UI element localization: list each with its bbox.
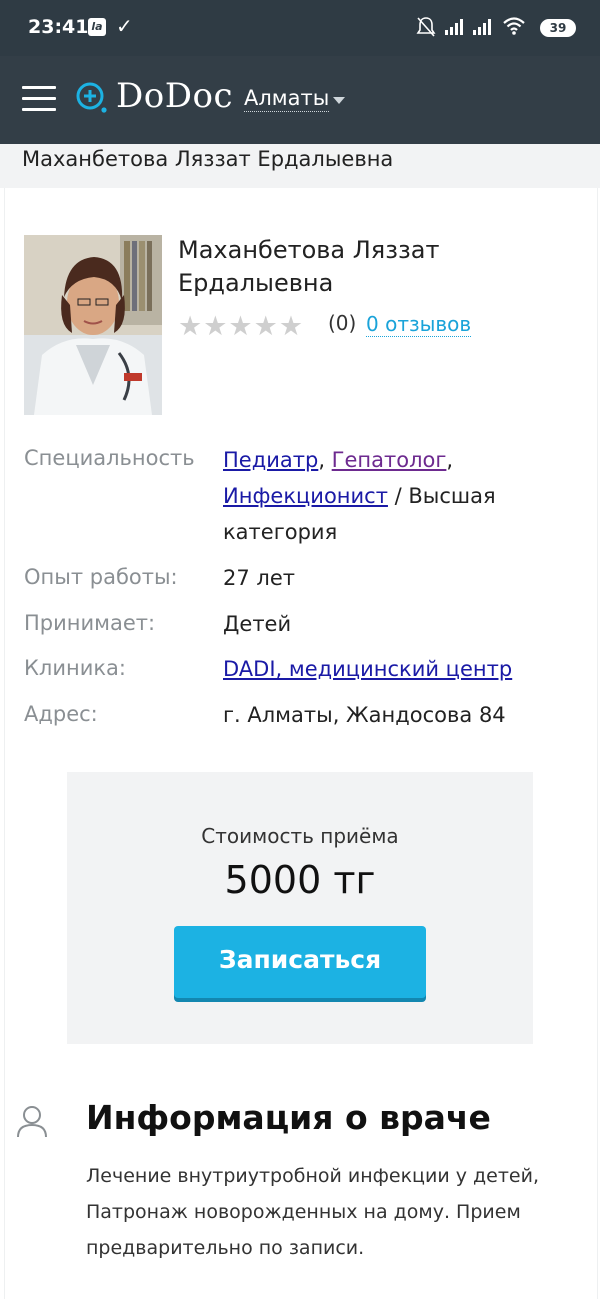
accepts-value: Детей [223,612,292,636]
about-title: Информация о враче [86,1098,491,1137]
rating-stars: ★★★★★ [178,311,305,342]
logo-icon[interactable] [74,80,108,114]
accepts-label: Принимает: [24,611,156,635]
doctor-photo-image [24,235,162,415]
address-value: г. Алматы, Жандосова 84 [223,703,506,727]
signal-icon-2 [473,19,491,35]
book-appointment-button[interactable]: Записаться [174,926,426,998]
status-time: 23:41 [28,16,89,38]
breadcrumb-current: Маханбетова Ляззат Ердалыевна [22,147,394,171]
bell-off-icon [416,17,436,37]
logo-text[interactable]: DoDoc [116,76,233,116]
breadcrumb: Маханбетова Ляззат Ердалыевна [0,144,600,188]
specialty-link-hepatologist[interactable]: Гепатолог [332,448,447,472]
hamburger-icon[interactable] [22,86,56,112]
rating-count: (0) [328,311,357,335]
battery-indicator: 39 [540,19,576,37]
status-bar: 23:41 la ✓ 39 [0,0,600,56]
signal-icon [445,19,463,35]
reviews-link[interactable]: 0 отзывов [366,312,472,337]
price-value: 5000 тг [224,858,376,902]
wifi-icon [503,17,525,35]
specialty-separator: , [318,448,332,472]
about-text: Лечение внутриутробной инфекции у детей,… [86,1165,539,1259]
specialty-link-pediatrician[interactable]: Педиатр [223,448,318,472]
clinic-link[interactable]: DADI, медицинский центр [223,651,512,687]
price-box: Стоимость приёма 5000 тг Записаться [67,772,533,1044]
specialty-link-infectionist[interactable]: Инфекционист [223,484,388,508]
chevron-down-icon[interactable] [333,97,345,104]
city-select[interactable]: Алматы [244,86,330,112]
price-label: Стоимость приёма [201,824,399,848]
clinic-label: Клиника: [24,656,126,680]
download-done-icon: ✓ [116,14,133,38]
experience-value: 27 лет [223,566,295,590]
specialty-value: Педиатр, Гепатолог, Инфекционист / Высша… [223,442,553,550]
address-label: Адрес: [24,702,98,726]
app-notification-icon: la [88,18,106,36]
doctor-name: Маханбетова Ляззат Ердалыевна [178,236,440,297]
doctor-photo [24,235,162,415]
user-icon [17,1106,47,1138]
experience-label: Опыт работы: [24,565,178,589]
status-icons: 39 [416,16,576,40]
specialty-label: Специальность [24,446,195,470]
app-header: DoDoc Алматы [0,56,600,144]
specialty-separator-2: , [446,448,454,472]
